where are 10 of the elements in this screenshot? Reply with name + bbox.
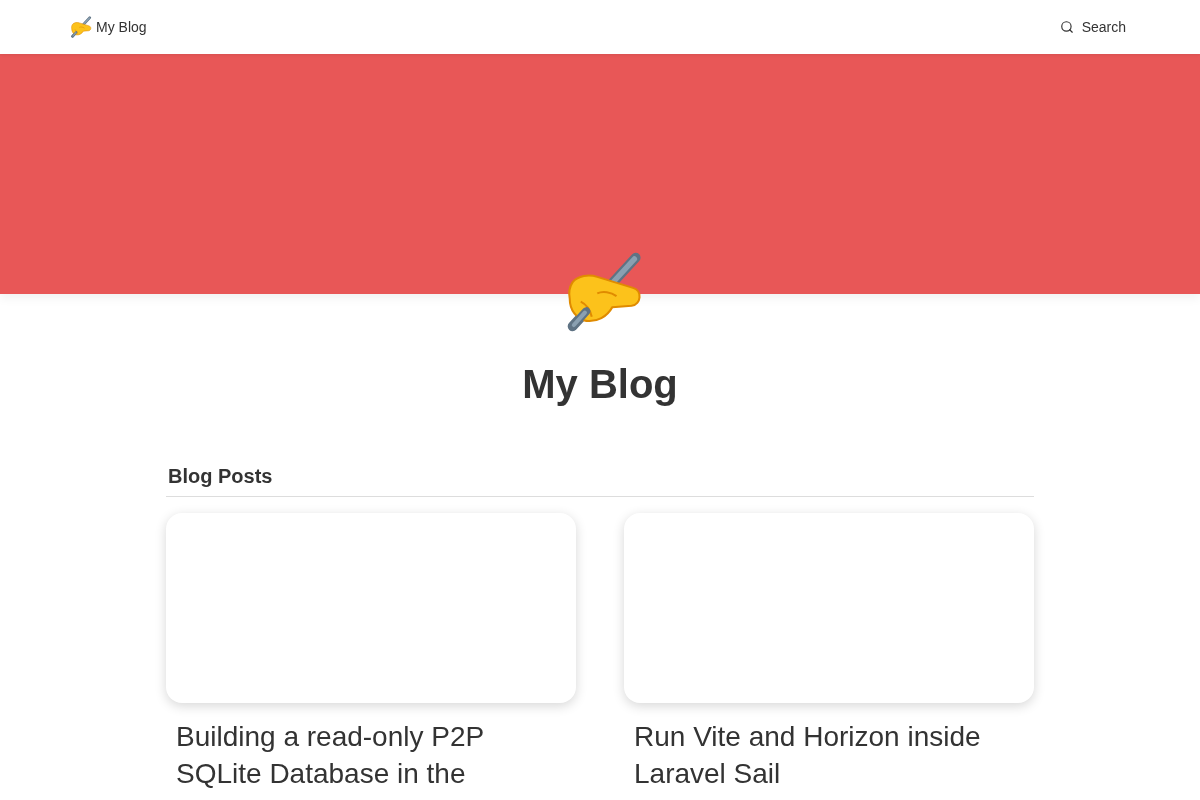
writing-hand-icon (68, 16, 92, 38)
search-icon (1059, 20, 1074, 34)
post-title[interactable]: Building a read-only P2P SQLite Database in the (166, 718, 556, 792)
search-button[interactable]: Search (1059, 16, 1126, 38)
section-heading: Blog Posts (166, 462, 1034, 497)
post-title[interactable]: Run Vite and Horizon inside Laravel Sail (624, 718, 1014, 792)
brand-link[interactable]: My Blog (68, 16, 147, 38)
post-card[interactable] (624, 513, 1034, 703)
post-card[interactable] (166, 513, 576, 703)
blog-title: My Blog (522, 361, 678, 408)
